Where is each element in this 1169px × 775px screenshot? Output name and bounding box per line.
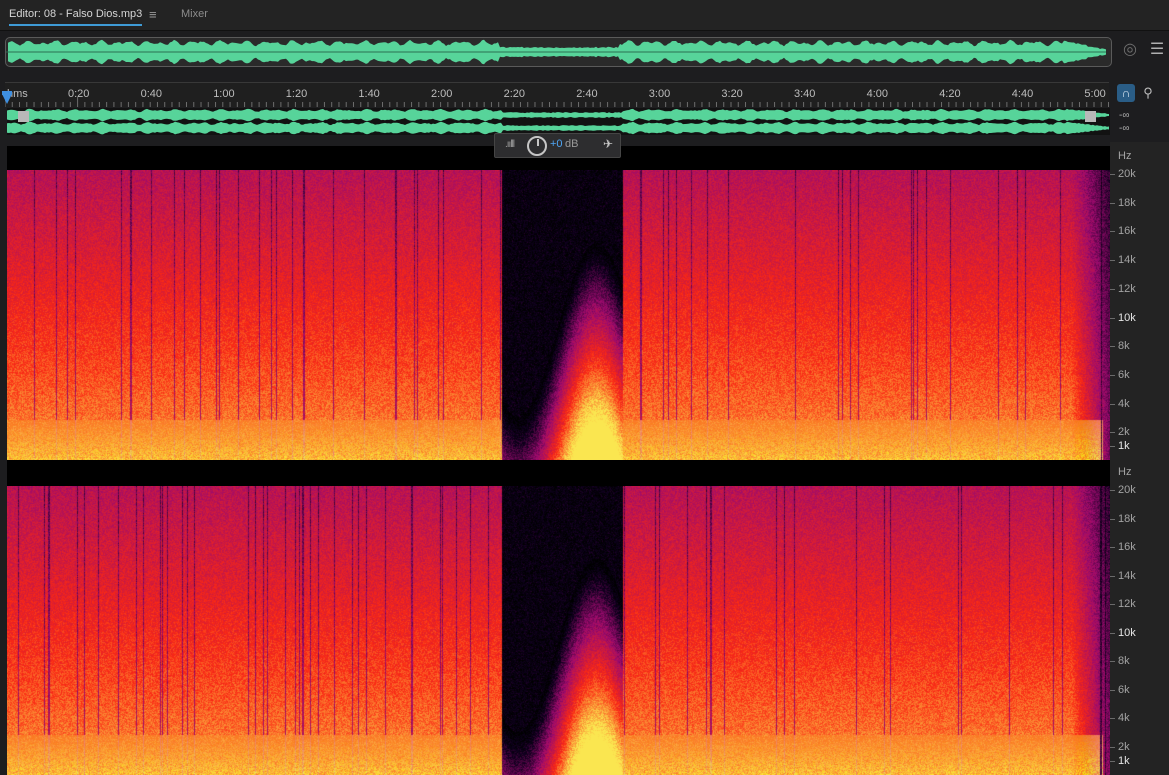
level-meter-icon: .ıılll xyxy=(505,139,514,150)
frequency-tick-mark xyxy=(1110,661,1115,662)
gain-value[interactable]: +0 xyxy=(550,138,563,150)
time-tick-label: 3:20 xyxy=(721,88,742,100)
time-tick-label: 2:40 xyxy=(576,88,597,100)
overview-waveform[interactable] xyxy=(5,37,1112,67)
frequency-tick-label: 10k xyxy=(1118,627,1136,639)
time-tick-label: 4:40 xyxy=(1012,88,1033,100)
frequency-tick-mark xyxy=(1110,490,1115,491)
frequency-tick-mark xyxy=(1110,318,1115,319)
spectrogram-channel-right[interactable] xyxy=(7,486,1110,775)
tab-editor[interactable]: Editor: 08 - Falso Dios.mp3 xyxy=(9,8,142,26)
frequency-tick-mark xyxy=(1110,404,1115,405)
frequency-tick-mark xyxy=(1110,718,1115,719)
frequency-unit-label: Hz xyxy=(1118,466,1131,478)
time-tick-label: 2:00 xyxy=(431,88,452,100)
frequency-tick-label: 2k xyxy=(1118,741,1130,753)
frequency-tick-mark xyxy=(1110,375,1115,376)
frequency-tick-label: 16k xyxy=(1118,225,1136,237)
frequency-tick-label: 4k xyxy=(1118,398,1130,410)
frequency-tick-mark xyxy=(1110,231,1115,232)
frequency-tick-mark xyxy=(1110,519,1115,520)
frequency-tick-label: 14k xyxy=(1118,254,1136,266)
overview-waveform-graphic xyxy=(6,38,1111,66)
spectrogram-channel-left[interactable] xyxy=(7,170,1110,460)
time-tick-label: 4:20 xyxy=(939,88,960,100)
channel-separator xyxy=(7,460,1110,486)
frequency-unit-label: Hz xyxy=(1118,150,1131,162)
frequency-tick-label: 12k xyxy=(1118,283,1136,295)
time-tick-label: 1:40 xyxy=(358,88,379,100)
fade-out-handle[interactable] xyxy=(1085,111,1096,122)
gain-knob-indicator xyxy=(537,139,539,146)
frequency-tick-label: 1k xyxy=(1118,755,1130,767)
frequency-tick-label: 6k xyxy=(1118,684,1130,696)
frequency-tick-mark xyxy=(1110,633,1115,634)
frequency-tick-label: 18k xyxy=(1118,197,1136,209)
channel-waveform-graphic xyxy=(7,108,1110,135)
zoom-navigator-icon[interactable]: ◎ xyxy=(1120,40,1140,60)
frequency-tick-mark xyxy=(1110,432,1115,433)
panel-menu-icon[interactable]: ☰ xyxy=(1149,40,1165,60)
time-tick-label: 4:00 xyxy=(867,88,888,100)
frequency-tick-mark xyxy=(1110,203,1115,204)
frequency-axis: Hz 20k 18k 16k 14k 12k 10k 8k 6k 4k 2k 1k Hz 20k 18k 1… xyxy=(1110,142,1169,775)
frequency-tick-mark xyxy=(1110,747,1115,748)
frequency-tick-label: 20k xyxy=(1118,168,1136,180)
frequency-tick-mark xyxy=(1110,761,1115,762)
time-tick-label: 2:20 xyxy=(504,88,525,100)
frequency-tick-mark xyxy=(1110,604,1115,605)
snap-icon[interactable]: ∩ xyxy=(1117,84,1135,102)
playhead-icon[interactable] xyxy=(2,94,12,104)
frequency-tick-label: 10k xyxy=(1118,312,1136,324)
frequency-tick-label: 8k xyxy=(1118,340,1130,352)
marker-pin-icon[interactable]: ⚲ xyxy=(1141,84,1155,102)
frequency-tick-label: 18k xyxy=(1118,513,1136,525)
frequency-tick-mark xyxy=(1110,446,1115,447)
frequency-tick-mark xyxy=(1110,576,1115,577)
tab-bar xyxy=(0,0,1169,31)
frequency-tick-label: 1k xyxy=(1118,440,1130,452)
frequency-axis-right: Hz 20k 18k 16k 14k 12k 10k 8k 6k 4k 2k 1k xyxy=(1110,460,1169,775)
gain-knob[interactable] xyxy=(527,136,547,156)
frequency-axis-left: Hz 20k 18k 16k 14k 12k 10k 8k 6k 4k 2k 1k xyxy=(1110,142,1169,460)
time-tick-label: 5:00 xyxy=(1084,88,1105,100)
hamburger-icon[interactable]: ≡ xyxy=(149,7,157,22)
time-tick-label: 3:40 xyxy=(794,88,815,100)
tab-mixer[interactable]: Mixer xyxy=(181,8,208,20)
time-tick-label: 1:20 xyxy=(286,88,307,100)
time-tick-label: 0:40 xyxy=(141,88,162,100)
gain-hud[interactable]: .ıılll +0 dB ✈ xyxy=(494,133,621,158)
level-left: -∞ xyxy=(1119,110,1129,121)
frequency-tick-mark xyxy=(1110,260,1115,261)
frequency-tick-mark xyxy=(1110,690,1115,691)
frequency-tick-label: 6k xyxy=(1118,369,1130,381)
frequency-tick-label: 20k xyxy=(1118,484,1136,496)
level-right: -∞ xyxy=(1119,123,1129,134)
time-tick-label: 1:00 xyxy=(213,88,234,100)
time-tick-label: 3:00 xyxy=(649,88,670,100)
frequency-tick-label: 8k xyxy=(1118,655,1130,667)
frequency-tick-mark xyxy=(1110,174,1115,175)
frequency-tick-mark xyxy=(1110,346,1115,347)
frequency-tick-label: 16k xyxy=(1118,541,1136,553)
time-tick-label: 0:20 xyxy=(68,88,89,100)
timeline-ruler[interactable]: hms 0:20 0:40 1:00 1:20 1:40 2:00 2:20 2:40 3:00… xyxy=(5,82,1109,107)
fade-in-handle[interactable] xyxy=(18,111,29,122)
frequency-tick-label: 4k xyxy=(1118,712,1130,724)
frequency-tick-mark xyxy=(1110,547,1115,548)
frequency-tick-label: 2k xyxy=(1118,426,1130,438)
pin-icon[interactable]: ✈ xyxy=(603,137,613,151)
frequency-tick-label: 14k xyxy=(1118,570,1136,582)
gain-unit: dB xyxy=(565,138,578,150)
frequency-tick-mark xyxy=(1110,289,1115,290)
frequency-tick-label: 12k xyxy=(1118,598,1136,610)
channel-waveform[interactable] xyxy=(7,108,1110,135)
